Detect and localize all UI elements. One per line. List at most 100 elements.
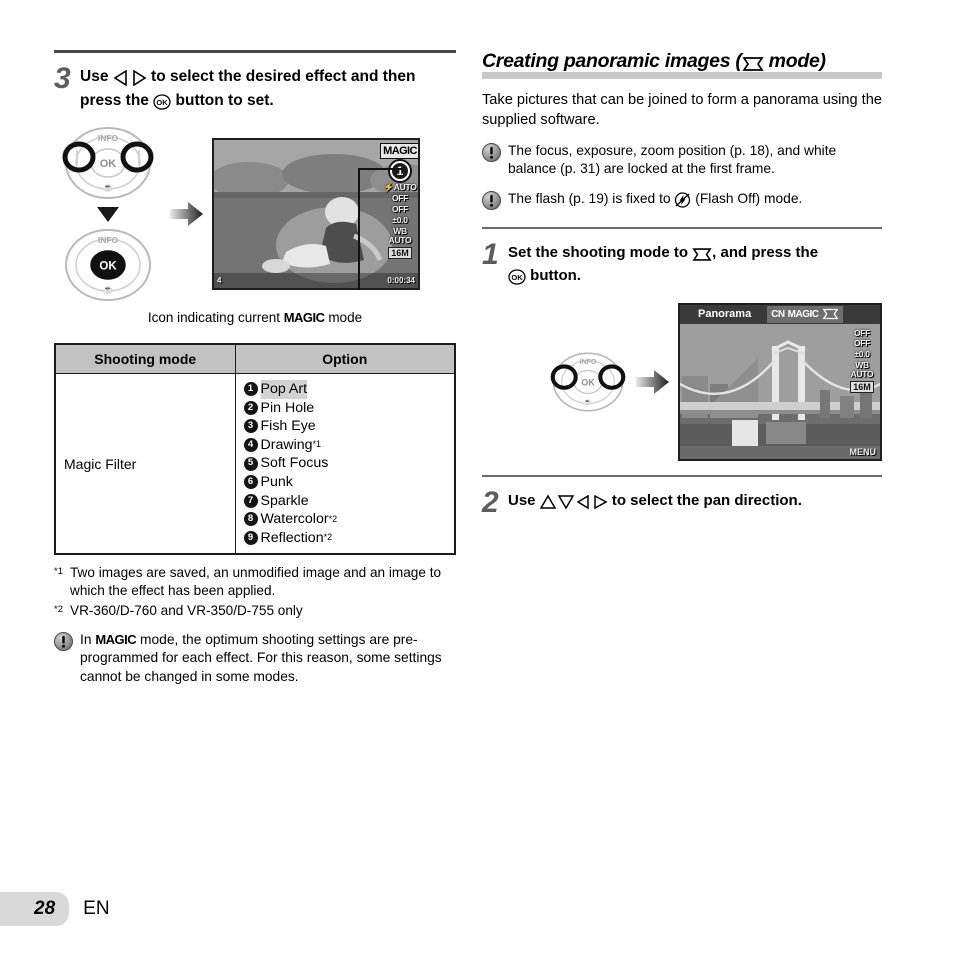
step-1-text: Set the shooting mode to , and press the…: [508, 238, 818, 289]
option-label: Punk: [260, 473, 293, 490]
caption-magic-word: MAGIC: [283, 310, 325, 325]
left-right-arrows-icon: [113, 68, 147, 90]
arrow-pad-left-right-icon: OK INFO ☕: [550, 351, 626, 412]
step-2-post: to select the pan direction.: [607, 491, 802, 509]
note-text: The flash (p. 19) is fixed to (Flash Off…: [508, 190, 882, 215]
step-2-pre: Use: [508, 491, 540, 509]
arrow-pad-left-right-icon: OK INFO ☕: [62, 127, 154, 199]
footnote-1: *1 Two images are saved, an unmodified i…: [54, 564, 456, 600]
svg-text:INFO: INFO: [98, 133, 119, 143]
option-label: Pin Hole: [260, 399, 315, 416]
callout-line-vertical: [358, 168, 360, 290]
svg-text:INFO: INFO: [580, 358, 597, 365]
top-rule-left: [54, 50, 456, 53]
table-cell-magic-filter: Magic Filter: [54, 373, 236, 555]
lcd-osd-group: MAGIC 1 ⚡AUTO OFF OFF ±0.0 WB AUTO 16M: [380, 143, 418, 259]
right-column: Creating panoramic images ( mode) Take p…: [482, 50, 882, 518]
lcd-osd-flash: ⚡AUTO: [383, 182, 417, 192]
lcd-magic-tag: MAGIC: [380, 143, 418, 159]
section-title-pre: Creating panoramic images (: [482, 50, 742, 72]
step-2-text: Use to select the pan direction.: [508, 486, 802, 513]
section-title-post: mode): [763, 50, 826, 72]
note-icon-wrapper: [482, 190, 508, 215]
ok-button-icon: OK: [508, 267, 526, 288]
right-arrow-icon: [170, 202, 203, 226]
list-item: 5 Soft Focus: [243, 454, 447, 473]
footnote-2-text: VR-360/D-760 and VR-350/D-755 only: [70, 602, 303, 618]
svg-text:☕: ☕: [584, 397, 592, 406]
pano-menu-label: MENU: [849, 446, 877, 457]
step-2-number: 2: [482, 485, 499, 519]
option-label: Pop Art: [260, 380, 308, 399]
language-label: EN: [83, 898, 110, 919]
option-list: 1 Pop Art 2 Pin Hole 3 Fish Eye 4 Drawing *1 …: [243, 380, 447, 547]
pano-osd-macro: OFF: [853, 327, 871, 338]
note-panorama-lock: The focus, exposure, zoom position (p. 1…: [482, 142, 882, 179]
option-footnote-mark: *2: [328, 513, 338, 524]
note-panorama-flash: The flash (p. 19) is fixed to (Flash Off…: [482, 190, 882, 215]
note-magic-mode: In MAGIC mode, the optimum shooting sett…: [54, 631, 456, 687]
step-2: 2 Use to select the pan direction.: [482, 486, 882, 518]
option-number-badge: 6: [243, 475, 258, 490]
section-intro: Take pictures that can be joined to form…: [482, 92, 882, 128]
pano-osd-exposure: ±0.0: [854, 349, 870, 360]
note-icon-wrapper: [482, 142, 508, 179]
step-3-line1-pre: Use: [80, 68, 113, 85]
option-label: Drawing: [260, 436, 313, 453]
list-item: 1 Pop Art: [243, 380, 447, 399]
four-way-arrows-icon: [539, 492, 608, 513]
lcd-figure-wrapper: MAGIC 1 ⚡AUTO OFF OFF ±0.0 WB AUTO 16M 4…: [212, 138, 420, 290]
panorama-mode-icon: [822, 308, 838, 320]
option-number-badge: 2: [243, 400, 258, 415]
option-footnote-mark: *1: [312, 439, 322, 450]
table-header-shooting-mode: Shooting mode: [54, 343, 236, 374]
panorama-mode-icon: [692, 244, 712, 265]
list-item: 4 Drawing *1: [243, 436, 447, 455]
arrow-pad-ok-icon: OK INFO ☕: [65, 229, 151, 301]
pano-mode-cn: CN: [771, 308, 785, 320]
option-number-badge: 9: [243, 531, 258, 546]
footnote-1-mark: *1: [54, 566, 63, 578]
caption-post: mode: [324, 310, 363, 325]
svg-text:OK: OK: [511, 273, 523, 282]
pano-osd-group: OFF OFF ±0.0 WB AUTO 16M: [846, 327, 878, 394]
caption-pre: Icon indicating current: [147, 310, 284, 325]
option-label: Watercolor: [260, 511, 329, 528]
step-1-number: 1: [482, 237, 499, 271]
down-arrow-icon: [97, 207, 119, 222]
list-item: 2 Pin Hole: [243, 399, 447, 418]
table-cell-options: 1 Pop Art 2 Pin Hole 3 Fish Eye 4 Drawing *1 …: [234, 373, 456, 555]
step-1: 1 Set the shooting mode to , and press t…: [482, 238, 882, 289]
note-pre: In: [80, 631, 96, 647]
svg-text:OK: OK: [100, 158, 117, 170]
footnote-2: *2 VR-360/D-760 and VR-350/D-755 only: [54, 602, 456, 620]
manual-page: 3 Use to select the desired effect and t…: [0, 0, 954, 954]
list-item: 8 Watercolor *2: [243, 510, 447, 529]
step-1-line1-post: , and press the: [712, 243, 819, 261]
lcd-record-time: 0:00:34: [387, 276, 415, 285]
left-column: 3 Use to select the desired effect and t…: [54, 50, 456, 686]
svg-text:INFO: INFO: [98, 235, 119, 245]
footnotes: *1 Two images are saved, an unmodified i…: [54, 564, 456, 619]
lcd-bottom-bar: 4 0:00:34: [214, 273, 418, 288]
option-number-badge: 7: [243, 493, 258, 508]
shooting-mode-table: Shooting mode Option Magic Filter 1 Pop A…: [54, 343, 456, 556]
option-label: Fish Eye: [260, 418, 316, 435]
exclamation-note-icon: [482, 142, 501, 162]
svg-text:OK: OK: [581, 377, 595, 387]
step-3-text: Use to select the desired effect and the…: [80, 62, 415, 114]
lcd-shots-remaining: 4: [217, 276, 222, 285]
table-row: Magic Filter 1 Pop Art 2 Pin Hole 3 Fish Ey…: [54, 373, 456, 555]
lcd-effect-number-badge: 1: [390, 161, 410, 181]
ok-button-icon: OK: [153, 92, 171, 114]
option-number-badge: 8: [243, 512, 258, 527]
lcd-screen-magic: MAGIC 1 ⚡AUTO OFF OFF ±0.0 WB AUTO 16M 4…: [212, 138, 420, 290]
option-number-badge: 1: [243, 382, 258, 397]
table-header-row: Shooting mode Option: [54, 343, 456, 374]
right-arrow-icon: [636, 369, 669, 394]
note-text: The focus, exposure, zoom position (p. 1…: [508, 142, 837, 177]
list-item: 6 Punk: [243, 473, 447, 492]
step-3-line2-post: button to set.: [171, 92, 274, 109]
list-item: 3 Fish Eye: [243, 417, 447, 436]
callout-line-horizontal: [358, 168, 402, 170]
